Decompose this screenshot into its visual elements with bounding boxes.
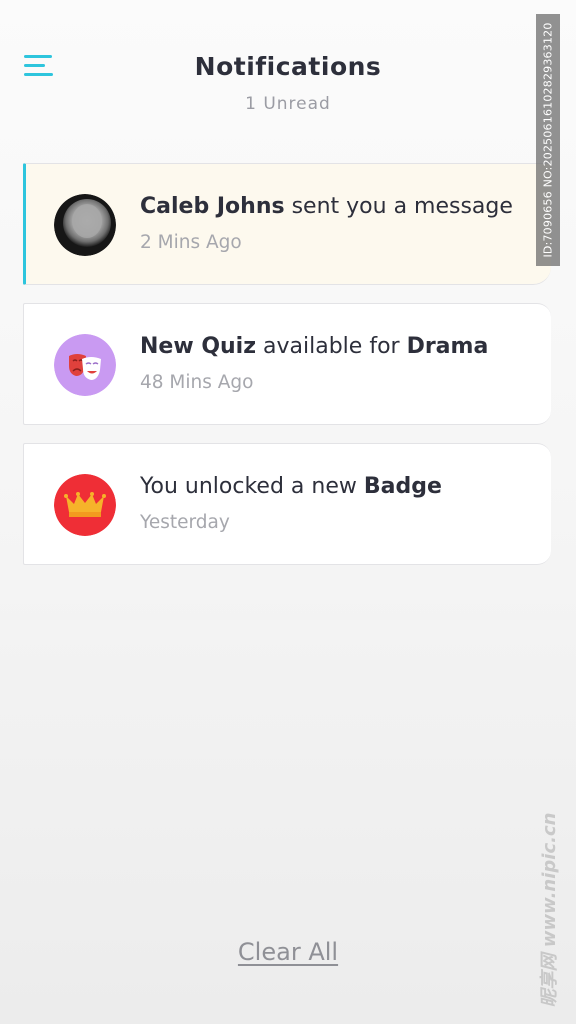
notification-time: 2 Mins Ago — [140, 232, 242, 253]
notification-message: available for — [256, 334, 407, 359]
notification-item-badge[interactable]: You unlocked a new Badge Yesterday — [23, 443, 551, 565]
site-watermark-text: 昵享网 www.nipic.cn — [539, 812, 560, 1008]
id-watermark: ID:7090656 NO:20250616102829363120 — [536, 14, 560, 266]
user-avatar — [54, 194, 116, 256]
notification-text: New Quiz available for Drama — [140, 334, 488, 359]
notification-time: 48 Mins Ago — [140, 372, 254, 393]
sender-name: Caleb Johns — [140, 194, 285, 219]
subject-name: Drama — [406, 334, 489, 359]
notification-message: You unlocked a new — [140, 474, 364, 499]
notification-highlight: Badge — [363, 474, 442, 499]
id-watermark-text: ID:7090656 NO:20250616102829363120 — [541, 22, 555, 258]
notification-item-message[interactable]: Caleb Johns sent you a message 2 Mins Ag… — [23, 163, 551, 285]
clear-all-button[interactable]: Clear All — [238, 938, 338, 966]
notification-item-quiz[interactable]: New Quiz available for Drama 48 Mins Ago — [23, 303, 551, 425]
page-title: Notifications — [194, 52, 382, 81]
unread-count: 1 Unread — [245, 94, 331, 114]
notification-text: You unlocked a new Badge — [140, 474, 442, 499]
site-watermark: 昵享网 www.nipic.cn — [532, 812, 564, 1008]
notification-time: Yesterday — [140, 512, 230, 533]
notification-text: Caleb Johns sent you a message — [140, 194, 513, 219]
crown-icon — [54, 474, 116, 536]
notification-highlight: New Quiz — [140, 334, 257, 359]
clear-all-container: Clear All — [0, 938, 576, 966]
notification-message: sent you a message — [284, 194, 513, 219]
theater-masks-icon — [54, 334, 116, 396]
